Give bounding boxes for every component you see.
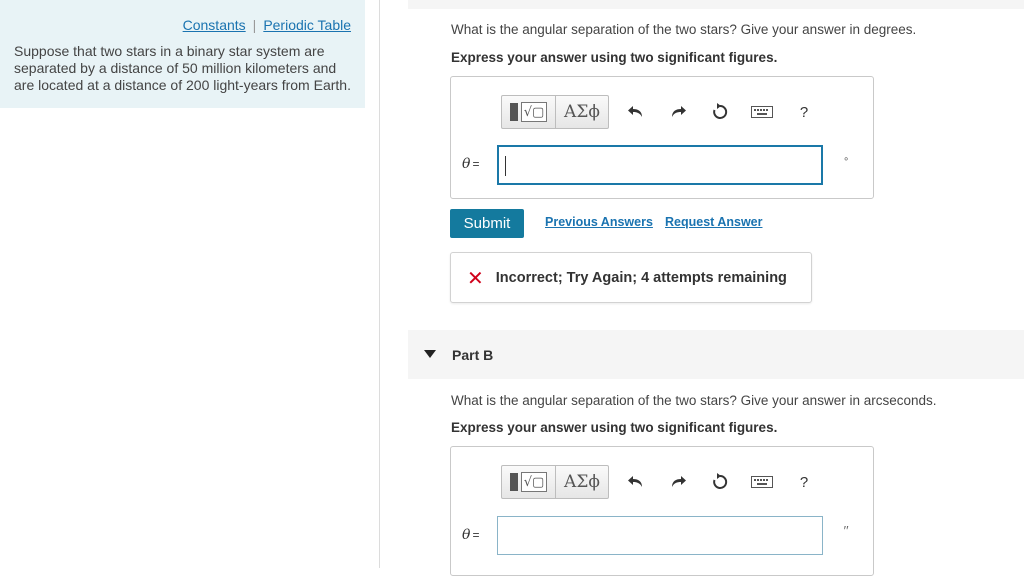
part-a-answer-box: √▢ ΑΣϕ ? θ = ∘: [450, 76, 874, 199]
problem-statement: Suppose that two stars in a binary star …: [14, 43, 351, 93]
link-separator: |: [252, 17, 257, 33]
part-b-variable-label: θ =: [462, 527, 479, 543]
part-a-header-strip: [408, 0, 1024, 9]
part-b-answer-box: √▢ ΑΣϕ ? θ = ′′: [450, 446, 874, 576]
greek-symbols-button[interactable]: ΑΣϕ: [556, 96, 608, 128]
part-a-answer-input[interactable]: [497, 145, 823, 185]
equals-sign: =: [472, 157, 480, 171]
reset-icon[interactable]: [699, 95, 741, 129]
periodic-table-link[interactable]: Periodic Table: [263, 17, 351, 33]
sqrt-template-icon: √▢: [521, 102, 547, 122]
help-icon[interactable]: ?: [783, 465, 825, 499]
reset-icon[interactable]: [699, 465, 741, 499]
sqrt-template-icon: √▢: [521, 472, 547, 492]
keyboard-icon[interactable]: [741, 465, 783, 499]
part-a-unit-degrees: ∘: [843, 154, 850, 165]
part-b-unit-arcseconds: ′′: [843, 523, 848, 538]
redo-icon[interactable]: [657, 95, 699, 129]
part-b-question: What is the angular separation of the tw…: [451, 393, 937, 408]
part-a-palette-group: √▢ ΑΣϕ: [501, 95, 609, 129]
theta-symbol: θ: [462, 527, 471, 543]
part-b-palette-group: √▢ ΑΣϕ: [501, 465, 609, 499]
incorrect-icon: ✕: [467, 265, 484, 290]
template-box-icon: [510, 103, 518, 121]
part-b-answer-input[interactable]: [497, 516, 823, 555]
part-a-instruction: Express your answer using two significan…: [451, 50, 778, 65]
request-answer-link[interactable]: Request Answer: [665, 215, 762, 229]
part-b-title: Part B: [452, 347, 494, 363]
panel-divider: [379, 0, 380, 568]
part-b-math-toolbar: √▢ ΑΣϕ ?: [501, 465, 825, 499]
keyboard-icon[interactable]: [741, 95, 783, 129]
feedback-text: Incorrect; Try Again; 4 attempts remaini…: [495, 269, 787, 286]
template-box-icon: [510, 473, 518, 491]
help-icon[interactable]: ?: [783, 95, 825, 129]
part-a-math-toolbar: √▢ ΑΣϕ ?: [501, 95, 825, 129]
templates-button[interactable]: √▢: [502, 96, 556, 128]
part-a-question: What is the angular separation of the tw…: [451, 22, 917, 37]
equals-sign: =: [472, 528, 480, 542]
redo-icon[interactable]: [657, 465, 699, 499]
part-b-instruction: Express your answer using two significan…: [451, 420, 778, 435]
problem-info-panel: Constants | Periodic Table Suppose that tw…: [0, 0, 365, 108]
collapse-triangle-icon[interactable]: [424, 350, 436, 358]
feedback-message: ✕ Incorrect; Try Again; 4 attempts remai…: [450, 252, 812, 303]
constants-link[interactable]: Constants: [183, 17, 246, 33]
resource-links: Constants | Periodic Table: [183, 17, 351, 33]
part-a-variable-label: θ =: [462, 156, 479, 172]
undo-icon[interactable]: [615, 465, 657, 499]
text-caret: [505, 156, 506, 176]
previous-answers-link[interactable]: Previous Answers: [545, 215, 653, 229]
part-b-header[interactable]: Part B: [408, 330, 1024, 379]
theta-symbol: θ: [462, 156, 471, 172]
greek-symbols-button[interactable]: ΑΣϕ: [556, 466, 608, 498]
submit-button[interactable]: Submit: [450, 209, 524, 238]
templates-button[interactable]: √▢: [502, 466, 556, 498]
undo-icon[interactable]: [615, 95, 657, 129]
